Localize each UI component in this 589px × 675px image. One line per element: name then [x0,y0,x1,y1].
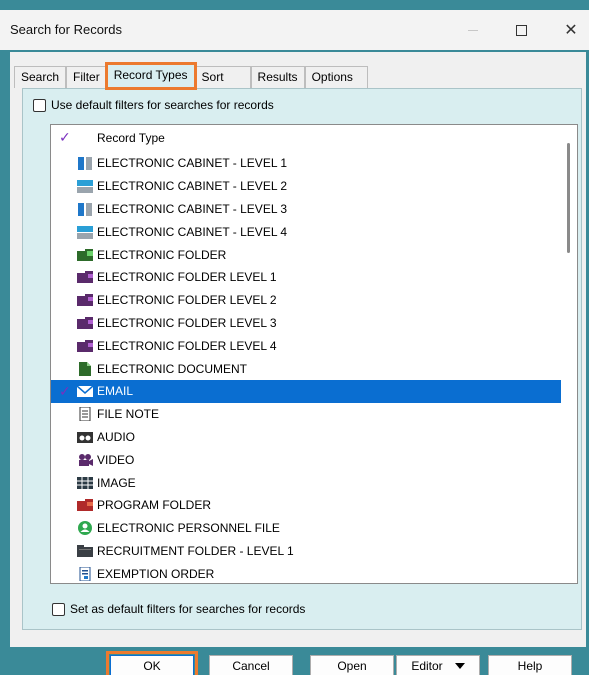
list-item-label: AUDIO [97,429,136,444]
list-item-label: ELECTRONIC FOLDER LEVEL 2 [97,293,277,308]
list-item-label: ELECTRONIC FOLDER [97,247,227,262]
maximize-icon [515,24,527,36]
window-title: Search for Records [10,22,122,37]
use-default-filters-row[interactable]: Use default filters for searches for rec… [33,98,274,112]
list-item-label: FILE NOTE [97,407,160,422]
list-item-electronic-cabinet-level-4[interactable]: ELECTRONIC CABINET - LEVEL 4 [51,220,561,243]
cabinet-vertical-icon [77,156,93,171]
title-bar: Search for Records ✕ [0,10,589,50]
minimize-button[interactable] [450,10,496,50]
list-item-label: ELECTRONIC CABINET - LEVEL 2 [97,179,288,194]
image-grid-icon [77,476,93,490]
editor-button[interactable]: Editor [396,655,480,675]
set-default-filters-checkbox[interactable] [52,602,65,616]
maximize-button[interactable] [498,10,544,50]
green-folder-icon [77,248,93,262]
list-item-email[interactable]: ✓ EMAIL [51,379,561,403]
list-item-electronic-folder-level-1[interactable]: ELECTRONIC FOLDER LEVEL 1 [51,266,561,289]
list-item-label: ELECTRONIC FOLDER LEVEL 3 [97,315,277,330]
list-item-label: ELECTRONIC CABINET - LEVEL 3 [97,201,288,216]
purple-folder-icon [77,293,93,307]
list-item-video[interactable]: VIDEO [51,448,561,471]
purple-folder-icon [77,270,93,284]
red-folder-icon [77,498,93,512]
purple-folder-icon [77,339,93,353]
list-item-label: IMAGE [97,475,136,490]
header-check-icon[interactable]: ✓ [59,129,71,146]
help-button[interactable]: Help [488,655,572,675]
list-item-electronic-folder[interactable]: ELECTRONIC FOLDER [51,243,561,266]
use-default-filters-checkbox[interactable] [33,98,46,112]
close-icon: ✕ [564,22,578,39]
close-button[interactable]: ✕ [548,10,589,50]
list-rows: ELECTRONIC CABINET - LEVEL 1 ELECTRONIC C… [51,152,561,583]
envelope-icon [76,384,94,398]
list-item-label: ELECTRONIC PERSONNEL FILE [97,521,280,536]
tab-sort[interactable]: Sort [194,66,251,88]
open-button[interactable]: Open [310,655,394,675]
list-item-exemption-order[interactable]: EXEMPTION ORDER [51,562,561,583]
order-document-icon [77,566,93,582]
list-item-label: EXEMPTION ORDER [97,566,215,581]
document-icon [77,361,93,376]
list-item-electronic-folder-level-2[interactable]: ELECTRONIC FOLDER LEVEL 2 [51,289,561,312]
list-item-electronic-folder-level-4[interactable]: ELECTRONIC FOLDER LEVEL 4 [51,334,561,357]
minimize-icon [468,29,478,31]
tab-results[interactable]: Results [250,66,305,88]
list-item-label: EMAIL [97,384,134,399]
record-type-list[interactable]: ✓ Record Type ELECTRONIC CABINET - LEVEL… [50,124,578,584]
row-check-icon[interactable]: ✓ [59,383,71,400]
person-circle-icon [77,521,93,536]
list-item-file-note[interactable]: FILE NOTE [51,403,561,426]
list-item-label: PROGRAM FOLDER [97,498,212,513]
list-item-label: ELECTRONIC DOCUMENT [97,361,248,376]
audio-tape-icon [77,430,93,444]
cancel-button[interactable]: Cancel [209,655,293,675]
ok-button[interactable]: OK [106,651,198,675]
list-item-label: VIDEO [97,452,135,467]
list-item-label: ELECTRONIC CABINET - LEVEL 4 [97,224,288,239]
purple-folder-icon [77,316,93,330]
cabinet-horizontal-icon [77,179,93,194]
cabinet-horizontal-icon [77,225,93,239]
list-header[interactable]: ✓ Record Type [51,125,561,149]
dialog-window: Search for Records ✕ Search Filter Recor… [0,0,589,675]
tab-record-types[interactable]: Record Types [104,62,197,90]
list-item-electronic-folder-level-3[interactable]: ELECTRONIC FOLDER LEVEL 3 [51,312,561,335]
editor-label: Editor [411,659,443,673]
note-icon [77,406,93,422]
list-item-label: ELECTRONIC FOLDER LEVEL 1 [97,270,277,285]
vertical-scrollbar[interactable] [561,125,577,583]
use-default-filters-label: Use default filters for searches for rec… [51,98,274,112]
list-item-recruitment-folder-level-1[interactable]: RECRUITMENT FOLDER - LEVEL 1 [51,540,561,563]
list-item-label: ELECTRONIC FOLDER LEVEL 4 [97,338,277,353]
cabinet-vertical-icon [77,202,93,216]
list-item-image[interactable]: IMAGE [51,471,561,494]
tab-filter[interactable]: Filter [66,66,107,88]
tab-options[interactable]: Options [304,66,368,88]
scroll-thumb[interactable] [567,143,570,253]
list-item-program-folder[interactable]: PROGRAM FOLDER [51,494,561,517]
list-item-electronic-document[interactable]: ELECTRONIC DOCUMENT [51,357,561,380]
dropdown-caret-icon [454,663,465,669]
tab-strip: Search Filter Record Types Sort Results … [14,62,368,90]
header-record-type[interactable]: Record Type [97,131,165,145]
list-item-label: ELECTRONIC CABINET - LEVEL 1 [97,156,288,171]
list-item-audio[interactable]: AUDIO [51,426,561,449]
list-item-electronic-cabinet-level-3[interactable]: ELECTRONIC CABINET - LEVEL 3 [51,198,561,221]
list-item-electronic-cabinet-level-2[interactable]: ELECTRONIC CABINET - LEVEL 2 [51,175,561,198]
dark-folder-icon [77,544,93,558]
film-camera-icon [77,453,93,467]
list-item-label: RECRUITMENT FOLDER - LEVEL 1 [97,543,294,558]
set-default-filters-label: Set as default filters for searches for … [70,602,306,616]
list-item-electronic-personnel-file[interactable]: ELECTRONIC PERSONNEL FILE [51,517,561,540]
set-default-filters-row[interactable]: Set as default filters for searches for … [52,602,305,616]
list-item-electronic-cabinet-level-1[interactable]: ELECTRONIC CABINET - LEVEL 1 [51,152,561,175]
tab-search[interactable]: Search [14,66,67,88]
